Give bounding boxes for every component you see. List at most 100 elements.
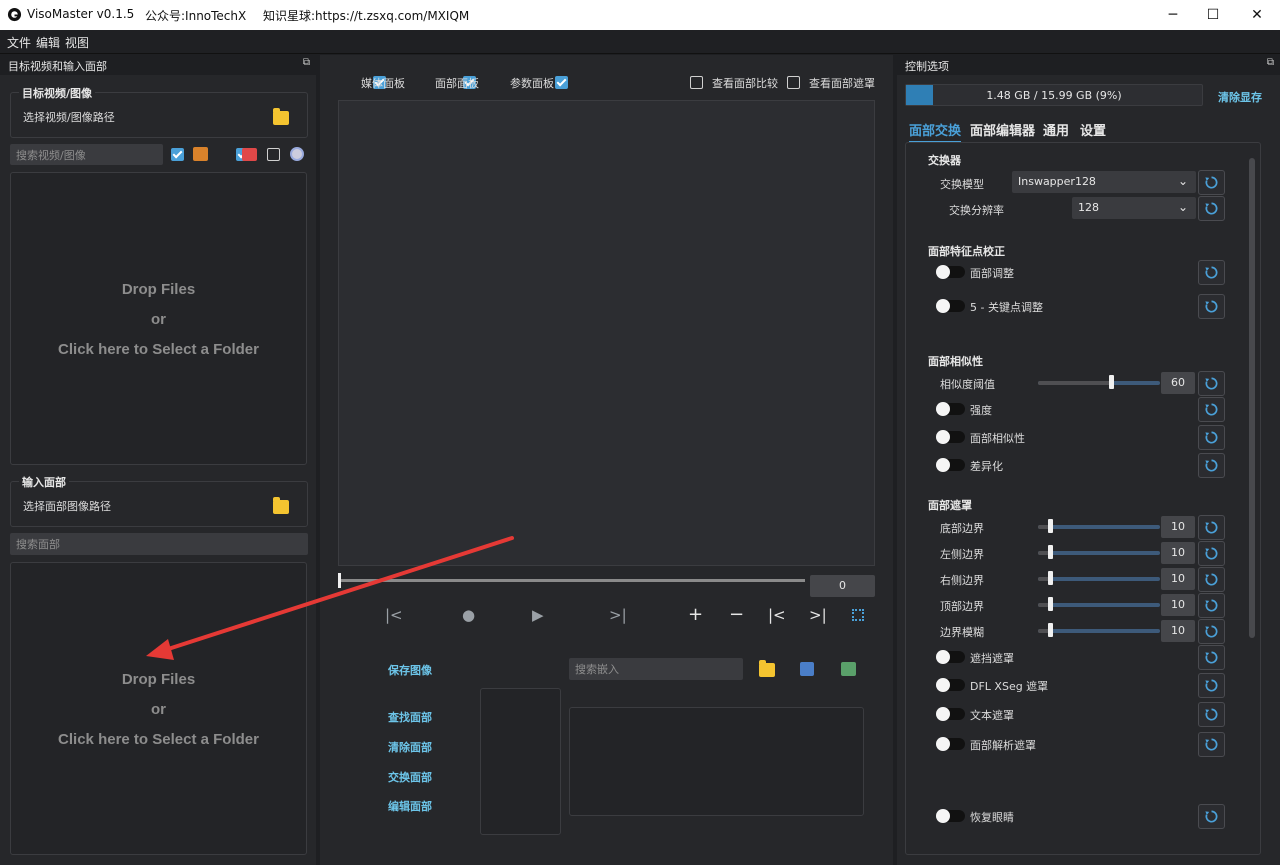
parser-mask-toggle[interactable] <box>936 737 965 751</box>
border-blur-slider[interactable] <box>1038 623 1160 637</box>
drop-line-1: Drop Files <box>121 281 196 298</box>
frame-number-field[interactable]: 0 <box>810 575 875 597</box>
slider-knob[interactable] <box>1048 623 1054 637</box>
reset-button[interactable] <box>1198 397 1225 422</box>
filter-images-checkbox[interactable] <box>171 148 184 161</box>
save-image-button[interactable]: 保存图像 <box>388 662 432 678</box>
tab-face-swap[interactable]: 面部交换 <box>909 120 962 143</box>
top-border-value[interactable]: 10 <box>1161 594 1195 616</box>
save-embed-as-icon[interactable] <box>841 662 856 676</box>
filter-webcam-checkbox[interactable] <box>267 148 280 161</box>
slider-knob[interactable] <box>1048 597 1054 611</box>
remove-marker-icon[interactable]: − <box>729 604 744 625</box>
tab-common[interactable]: 通用 <box>1043 120 1069 139</box>
reset-button[interactable] <box>1198 515 1225 540</box>
tab-settings[interactable]: 设置 <box>1080 120 1106 139</box>
reset-button[interactable] <box>1198 804 1225 829</box>
open-folder-icon[interactable] <box>273 108 289 125</box>
target-media-dropzone[interactable]: Drop Files or Click here to Select a Fol… <box>10 172 307 465</box>
right-border-slider[interactable] <box>1038 571 1160 585</box>
fullscreen-icon[interactable] <box>852 609 864 621</box>
border-blur-value[interactable]: 10 <box>1161 620 1195 642</box>
text-mask-toggle[interactable] <box>936 707 965 721</box>
compare-checkbox[interactable] <box>690 76 703 89</box>
reset-button[interactable] <box>1198 732 1225 757</box>
reset-button[interactable] <box>1198 593 1225 618</box>
play-icon[interactable]: ▶ <box>532 606 544 624</box>
reset-button[interactable] <box>1198 260 1225 285</box>
embeddings-list[interactable] <box>569 707 864 816</box>
restore-eyes-toggle[interactable] <box>936 809 965 823</box>
slider-knob[interactable] <box>1048 519 1054 533</box>
search-face-input[interactable]: 搜索面部 <box>10 533 308 555</box>
tab-face-editor[interactable]: 面部编辑器 <box>970 120 1035 139</box>
next-marker-icon[interactable]: >| <box>809 606 827 624</box>
record-icon[interactable]: ● <box>462 606 475 624</box>
left-border-slider[interactable] <box>1038 545 1160 559</box>
frame-slider-handle[interactable] <box>338 573 341 588</box>
reset-button[interactable] <box>1198 425 1225 450</box>
mask-view-checkbox[interactable] <box>787 76 800 89</box>
face-similarity-toggle[interactable] <box>936 430 965 444</box>
slider-knob[interactable] <box>1109 375 1115 389</box>
reset-button[interactable] <box>1198 673 1225 698</box>
add-marker-icon[interactable]: + <box>688 604 703 625</box>
search-embed-input[interactable]: 搜索嵌入 <box>569 658 743 680</box>
scrollbar[interactable] <box>1248 152 1256 842</box>
swap-faces-button[interactable]: 交换面部 <box>388 769 432 785</box>
mask-view-label: 查看面部遮罩 <box>809 77 875 90</box>
occlusion-mask-toggle[interactable] <box>936 650 965 664</box>
target-media-group: 目标视频/图像 选择视频/图像路径 <box>10 85 308 138</box>
similarity-threshold-value[interactable]: 60 <box>1161 372 1195 394</box>
params-panel-checkbox[interactable] <box>555 76 569 89</box>
slider-knob[interactable] <box>1048 545 1054 559</box>
menu-file[interactable]: 文件 <box>7 34 31 51</box>
reset-button[interactable] <box>1198 645 1225 670</box>
bottom-border-slider[interactable] <box>1038 519 1160 533</box>
similarity-threshold-slider[interactable] <box>1038 375 1160 389</box>
face-adjust-toggle[interactable] <box>936 265 965 279</box>
input-face-dropzone[interactable]: Drop Files or Click here to Select a Fol… <box>10 562 307 855</box>
scrollbar-thumb[interactable] <box>1249 158 1255 638</box>
reset-button[interactable] <box>1198 196 1225 221</box>
edit-faces-button[interactable]: 编辑面部 <box>388 798 432 814</box>
swapper-resolution-select[interactable]: 128 ⌄ <box>1072 197 1196 219</box>
reset-button[interactable] <box>1198 371 1225 396</box>
right-float-icon[interactable]: ⧉ <box>1267 57 1274 68</box>
frame-slider[interactable] <box>339 579 805 582</box>
reset-button[interactable] <box>1198 702 1225 727</box>
target-faces-list[interactable] <box>480 688 561 835</box>
maximize-button[interactable]: ☐ <box>1190 0 1236 30</box>
xseg-mask-toggle[interactable] <box>936 678 965 692</box>
reset-button[interactable] <box>1198 170 1225 195</box>
prev-frame-icon[interactable]: |< <box>385 606 403 624</box>
open-face-folder-icon[interactable] <box>273 497 289 514</box>
menu-view[interactable]: 视图 <box>65 34 89 51</box>
swapper-model-select[interactable]: Inswapper128 ⌄ <box>1012 171 1196 193</box>
prev-marker-icon[interactable]: |< <box>768 606 786 624</box>
right-border-value[interactable]: 10 <box>1161 568 1195 590</box>
reset-button[interactable] <box>1198 541 1225 566</box>
load-embed-folder-icon[interactable] <box>759 660 775 677</box>
close-button[interactable]: ✕ <box>1234 0 1280 30</box>
float-icon[interactable]: ⧉ <box>303 57 310 68</box>
slider-knob[interactable] <box>1048 571 1054 585</box>
save-embed-icon[interactable] <box>800 662 814 676</box>
reset-button[interactable] <box>1198 567 1225 592</box>
top-border-slider[interactable] <box>1038 597 1160 611</box>
find-faces-button[interactable]: 查找面部 <box>388 709 432 725</box>
reset-button[interactable] <box>1198 294 1225 319</box>
reset-button[interactable] <box>1198 453 1225 478</box>
search-media-input[interactable]: 搜索视频/图像 <box>10 144 163 165</box>
menu-edit[interactable]: 编辑 <box>36 34 60 51</box>
strength-toggle[interactable] <box>936 402 965 416</box>
bottom-border-value[interactable]: 10 <box>1161 516 1195 538</box>
video-viewer[interactable] <box>338 100 875 566</box>
kps-adjust-toggle[interactable] <box>936 299 965 313</box>
differencing-toggle[interactable] <box>936 458 965 472</box>
next-frame-icon[interactable]: >| <box>609 606 627 624</box>
left-border-value[interactable]: 10 <box>1161 542 1195 564</box>
reset-button[interactable] <box>1198 619 1225 644</box>
clear-faces-button[interactable]: 清除面部 <box>388 739 432 755</box>
clear-vram-button[interactable]: 清除显存 <box>1218 89 1262 105</box>
